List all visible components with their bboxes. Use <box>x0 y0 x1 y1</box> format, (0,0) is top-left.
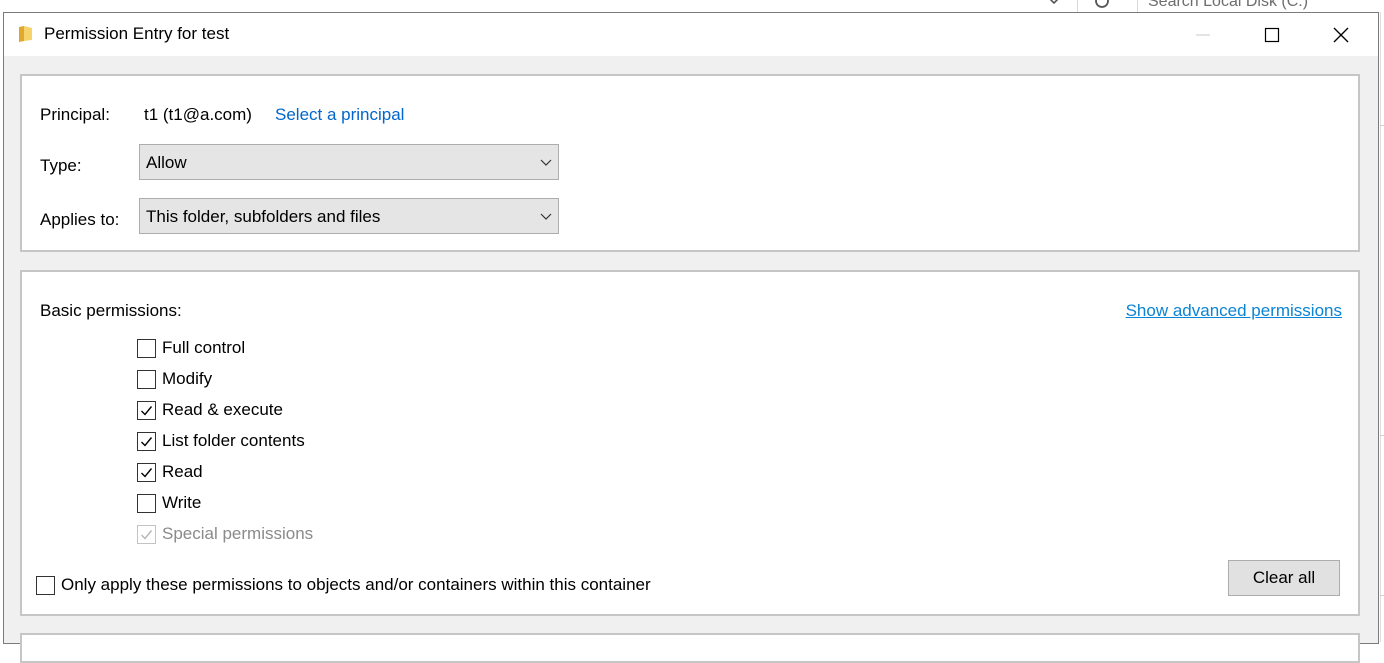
clear-all-button[interactable]: Clear all <box>1228 560 1340 596</box>
type-selected-value: Allow <box>146 153 187 172</box>
refresh-icon[interactable] <box>1093 0 1111 10</box>
toolbar-divider <box>1077 0 1078 12</box>
minimize-icon <box>1196 34 1210 35</box>
checkmark-icon <box>141 467 153 478</box>
window-title: Permission Entry for test <box>44 24 230 43</box>
permission-checkbox-row[interactable]: Read & execute <box>137 399 283 421</box>
permission-checkbox[interactable] <box>137 369 156 389</box>
applies-to-dropdown[interactable]: This folder, subfolders and files <box>139 198 559 234</box>
background-search-input[interactable]: Search Local Disk (C:) <box>1148 0 1308 11</box>
applies-to-selected-value: This folder, subfolders and files <box>146 207 381 226</box>
show-advanced-permissions-link[interactable]: Show advanced permissions <box>1126 301 1342 321</box>
checkmark-icon <box>141 529 153 540</box>
type-dropdown[interactable]: Allow <box>139 144 559 180</box>
basic-permissions-heading: Basic permissions: <box>40 301 182 320</box>
principal-value: t1 (t1@a.com) <box>144 105 252 124</box>
chevron-down-icon <box>540 213 552 220</box>
folder-icon <box>19 26 32 42</box>
type-label: Type: <box>40 156 82 175</box>
permission-checkbox-row: Special permissions <box>137 523 313 545</box>
permission-label: Read <box>162 462 203 481</box>
close-icon <box>1333 27 1349 42</box>
permission-label: Full control <box>162 338 246 357</box>
select-principal-link[interactable]: Select a principal <box>275 105 404 125</box>
principal-label: Principal: <box>40 105 110 124</box>
background-divider <box>1380 435 1384 436</box>
permission-label: Read & execute <box>162 400 283 419</box>
chevron-down-icon <box>540 159 552 166</box>
permission-checkbox[interactable] <box>137 338 156 358</box>
permission-checkbox[interactable] <box>137 493 156 513</box>
permission-entry-dialog: Permission Entry for test Principal: t1 … <box>3 12 1379 663</box>
checkmark-icon <box>141 405 153 416</box>
maximize-icon <box>1264 27 1280 42</box>
toolbar-divider <box>1137 0 1138 12</box>
only-apply-label: Only apply these permissions to objects … <box>61 575 651 594</box>
permission-label: List folder contents <box>162 431 305 450</box>
close-button[interactable] <box>1306 13 1376 56</box>
minimize-button[interactable] <box>1168 13 1238 56</box>
basic-permissions-panel: Basic permissions: Show advanced permiss… <box>20 270 1360 616</box>
permission-label: Modify <box>162 369 213 388</box>
permission-checkbox[interactable] <box>137 431 156 451</box>
permission-checkbox-row[interactable]: Write <box>137 492 201 514</box>
only-apply-checkbox-row[interactable]: Only apply these permissions to objects … <box>36 574 651 596</box>
permission-label: Write <box>162 493 202 512</box>
permission-checkbox[interactable] <box>137 400 156 420</box>
title-bar[interactable]: Permission Entry for test <box>4 13 1378 56</box>
applies-to-label: Applies to: <box>40 210 120 229</box>
maximize-button[interactable] <box>1237 13 1307 56</box>
permission-checkbox-row[interactable]: Full control <box>137 337 245 359</box>
permission-checkbox-row[interactable]: Modify <box>137 368 212 390</box>
permission-checkbox-row[interactable]: List folder contents <box>137 430 305 452</box>
background-window-edge <box>1380 12 1384 642</box>
permission-checkbox-row[interactable]: Read <box>137 461 203 483</box>
background-divider <box>1380 595 1384 596</box>
checkmark-icon <box>141 436 153 447</box>
chevron-down-icon[interactable] <box>1046 0 1062 8</box>
background-window-toolbar: Search Local Disk (C:) <box>0 0 1384 12</box>
background-divider <box>1380 125 1384 126</box>
permission-checkbox <box>137 524 156 544</box>
lower-panel <box>20 633 1360 663</box>
permission-checkbox[interactable] <box>137 462 156 482</box>
principal-panel: Principal: t1 (t1@a.com) Select a princi… <box>20 74 1360 252</box>
permission-label: Special permissions <box>162 524 314 543</box>
only-apply-checkbox[interactable] <box>36 575 55 595</box>
